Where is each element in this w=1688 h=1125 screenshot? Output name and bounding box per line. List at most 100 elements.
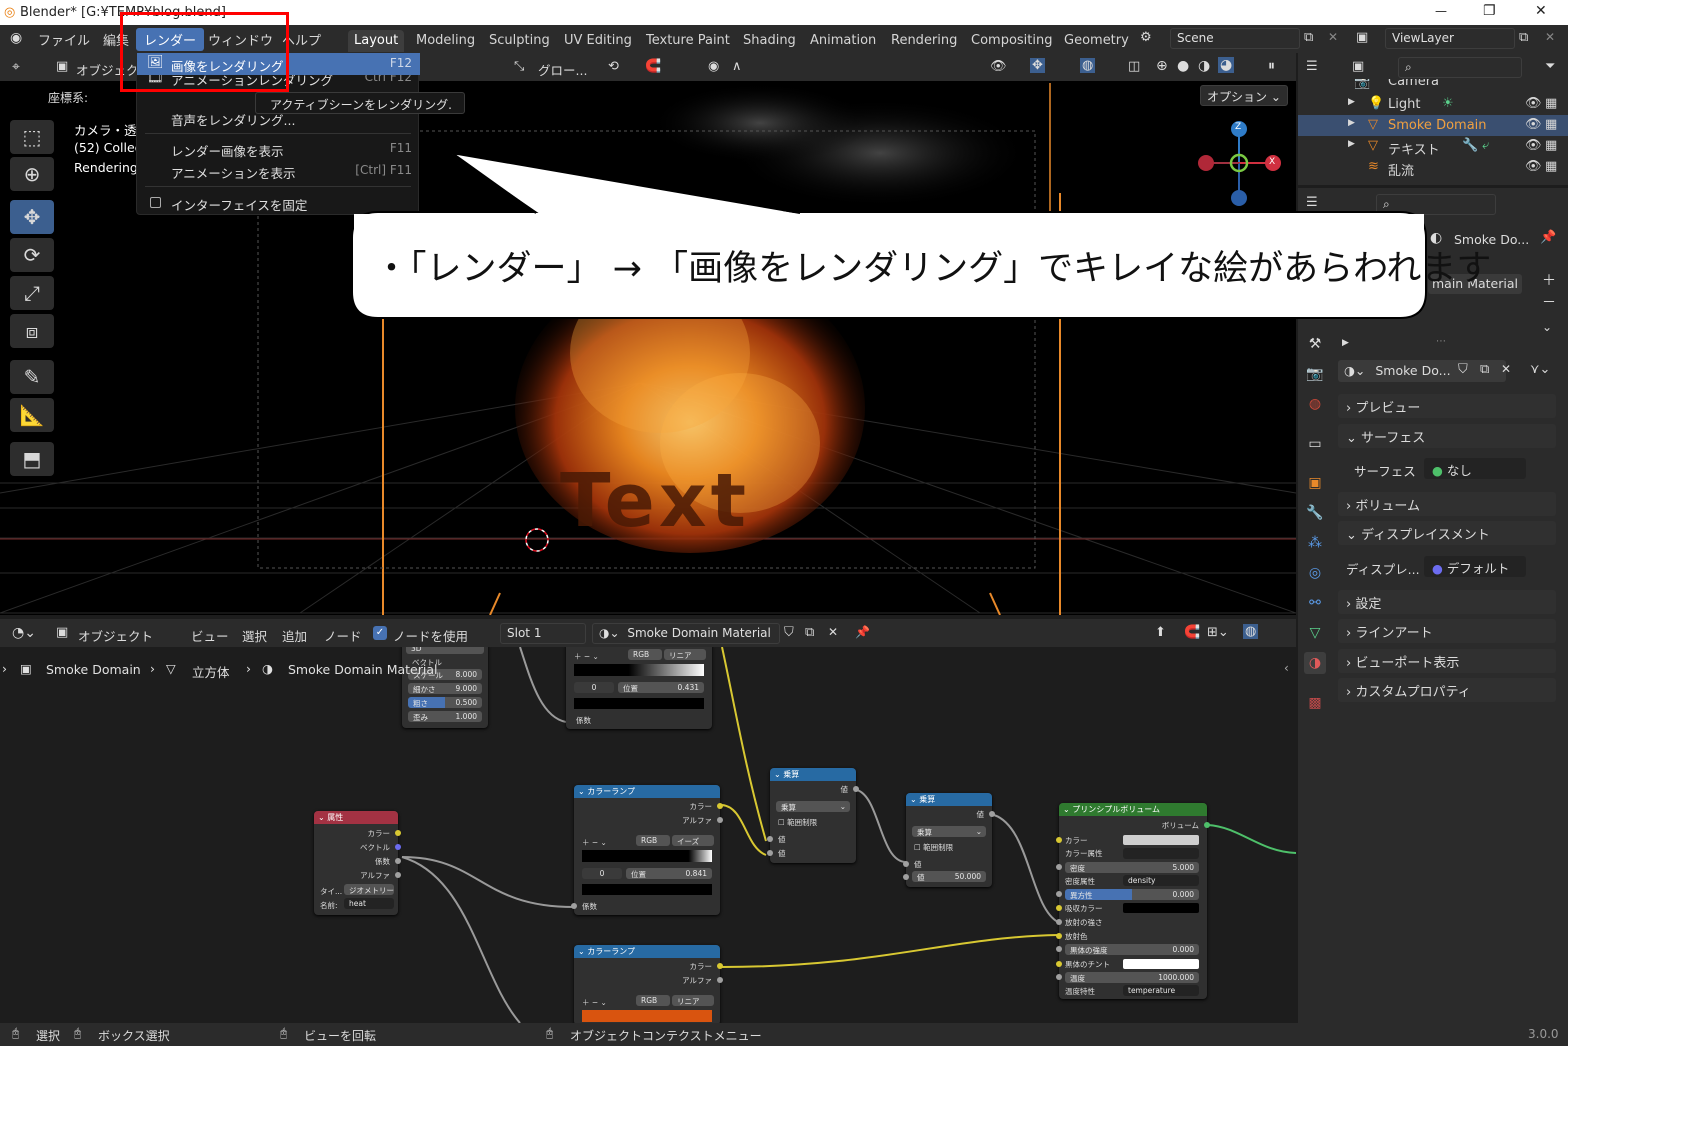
render-camera-icon[interactable]: ▦ xyxy=(1545,117,1557,132)
use-nodes-checkbox[interactable]: ✓ xyxy=(373,626,387,640)
ramp-controls-icon[interactable]: ＋ − ⌄ xyxy=(582,997,607,1008)
visibility-icon[interactable]: 👁 xyxy=(990,59,1007,74)
math-operation-field[interactable]: 乗算 ⌄ xyxy=(912,826,986,837)
pv-absorption-swatch[interactable] xyxy=(1123,903,1199,913)
transform-tool-icon[interactable]: ⧈ xyxy=(10,314,54,348)
socket-dot-icon[interactable] xyxy=(571,903,577,909)
node-menu-node[interactable]: ノード xyxy=(324,626,362,645)
socket-dot-icon[interactable] xyxy=(1056,905,1062,911)
tool-tab-icon[interactable]: ⚒ xyxy=(1304,333,1326,355)
tab-rendering[interactable]: Rendering xyxy=(885,30,963,52)
snap-mode-icon[interactable]: ⊞⌄ xyxy=(1207,625,1229,640)
outliner-search[interactable]: ⌕ xyxy=(1398,57,1522,78)
node-multiply-1[interactable]: ⌄ 乗算 値 乗算 ⌄ ☐ 範囲制限 値 値 xyxy=(767,768,859,863)
remove-slot-icon[interactable]: － xyxy=(1542,292,1556,312)
pin-icon[interactable]: 📌 xyxy=(855,625,870,639)
ramp-position-field[interactable]: 位置 0.841 xyxy=(626,868,712,879)
socket-dot-icon[interactable] xyxy=(767,850,773,856)
new-viewlayer-icon[interactable]: ⧉ xyxy=(1519,30,1528,45)
noise-distortion-field[interactable]: 歪み 1.000 xyxy=(408,711,482,722)
rendered-shading-icon[interactable]: ◕ xyxy=(1218,57,1235,73)
ramp-interp-field[interactable]: リニア xyxy=(664,649,706,660)
lock-interface-checkbox[interactable] xyxy=(150,197,161,208)
tab-texture-paint[interactable]: Texture Paint xyxy=(640,30,736,52)
section-preview[interactable]: › プレビュー xyxy=(1338,394,1556,418)
cursor-tool-icon[interactable]: ⊕ xyxy=(10,157,54,191)
editor-type-icon[interactable]: ◔⌄ xyxy=(12,625,36,641)
blender-menu-icon[interactable]: ◉ xyxy=(10,30,22,46)
render-camera-icon[interactable]: ▦ xyxy=(1545,138,1557,153)
scene-selector[interactable]: Scene xyxy=(1170,28,1300,49)
ramp-interp-field[interactable]: イーズ xyxy=(672,835,714,846)
world-tab-icon[interactable]: ◍ xyxy=(1304,393,1326,415)
socket-dot-icon[interactable] xyxy=(1204,822,1210,828)
node-menu-add[interactable]: 追加 xyxy=(282,626,307,645)
socket-dot-icon[interactable] xyxy=(395,830,401,836)
section-displacement[interactable]: ⌄ ディスプレイスメント xyxy=(1338,521,1556,545)
xray-icon[interactable]: ◫ xyxy=(1128,59,1140,74)
socket-dot-icon[interactable] xyxy=(853,786,859,792)
socket-dot-icon[interactable] xyxy=(1056,974,1062,980)
material-selector-node[interactable]: ◑⌄ Smoke Domain Material xyxy=(592,623,780,644)
material-browse-icon[interactable]: ◑⌄ xyxy=(1344,363,1365,378)
expand-icon[interactable]: ▶ xyxy=(1348,118,1355,128)
socket-dot-icon[interactable] xyxy=(903,874,909,880)
noise-type-field[interactable]: 3D xyxy=(406,647,484,654)
outliner-row-light[interactable]: ▶ 💡 Light ☀ 👁 ▦ xyxy=(1298,94,1568,115)
overlay-toggle-icon[interactable]: ◍ xyxy=(1080,58,1096,73)
tab-shading[interactable]: Shading xyxy=(737,30,802,52)
tab-compositing[interactable]: Compositing xyxy=(965,30,1059,52)
node-header[interactable]: ⌄ 属性 xyxy=(314,811,398,824)
node-color-ramp-top[interactable]: ＋ − ⌄ RGB リニア 0 位置 0.431 係数 xyxy=(566,647,712,729)
add-slot-icon[interactable]: ＋ xyxy=(1542,270,1556,290)
attr-type-field[interactable]: ジオメトリー xyxy=(344,884,394,895)
delete-scene-icon[interactable]: ✕ xyxy=(1328,30,1338,44)
ramp-gradient-bar[interactable] xyxy=(582,850,712,862)
particles-tab-icon[interactable]: ⁂ xyxy=(1304,532,1326,554)
falloff-icon[interactable]: ∧ xyxy=(732,59,742,74)
ramp-index-field[interactable]: 0 xyxy=(582,868,622,879)
node-multiply-2[interactable]: ⌄ 乗算 値 乗算 ⌄ ☐ 範囲制限 値 値 50.000 xyxy=(903,793,995,887)
tab-layout[interactable]: Layout xyxy=(348,30,405,52)
socket-dot-icon[interactable] xyxy=(717,803,723,809)
move-tool-icon[interactable]: ✥ xyxy=(10,200,54,234)
visibility-eye-icon[interactable]: 👁 xyxy=(1525,117,1542,132)
node-menu-view[interactable]: ビュー xyxy=(191,626,229,645)
attr-name-field[interactable]: heat xyxy=(344,898,394,909)
noise-roughness-field[interactable]: 粗さ 0.500 xyxy=(408,697,482,708)
node-link-icon[interactable]: ⋎⌄ xyxy=(1530,362,1550,377)
minimize-button[interactable]: — xyxy=(1435,4,1447,18)
material-shading-icon[interactable]: ◑ xyxy=(1198,58,1210,74)
socket-dot-icon[interactable] xyxy=(1056,933,1062,939)
surface-value-field[interactable]: ● なし xyxy=(1424,458,1526,479)
delete-viewlayer-icon[interactable]: ✕ xyxy=(1545,30,1555,44)
ramp-color-swatch[interactable] xyxy=(574,698,704,709)
slot-selector[interactable]: Slot 1 xyxy=(500,623,586,644)
socket-dot-icon[interactable] xyxy=(717,977,723,983)
ramp-position-field[interactable]: 位置 0.431 xyxy=(618,682,704,693)
constraints-tab-icon[interactable]: ⚯ xyxy=(1304,592,1326,614)
editor-type-icon[interactable]: ⌖ xyxy=(12,59,20,75)
outliner-row-camera[interactable]: 📷 Camera xyxy=(1298,79,1568,93)
math-operation-field[interactable]: 乗算 ⌄ xyxy=(776,801,850,812)
ramp-controls-icon[interactable]: ＋ − ⌄ xyxy=(574,651,599,662)
ramp-controls-icon[interactable]: ＋ − ⌄ xyxy=(582,837,607,848)
pv-color-attr-field[interactable] xyxy=(1123,848,1199,859)
pv-blackbody-field[interactable]: 黒体の強度 0.000 xyxy=(1065,944,1199,955)
tab-uv-editing[interactable]: UV Editing xyxy=(558,30,638,52)
visibility-eye-icon[interactable]: 👁 xyxy=(1525,96,1542,111)
socket-dot-icon[interactable] xyxy=(1056,837,1062,843)
slot-menu-icon[interactable]: ⌄ xyxy=(1542,320,1552,334)
fake-user-icon[interactable]: ⛉ xyxy=(784,625,794,640)
pv-anisotropy-field[interactable]: 異方性 0.000 xyxy=(1065,889,1199,900)
drag-handle-icon[interactable]: ⋯ xyxy=(1436,336,1446,347)
socket-dot-icon[interactable] xyxy=(1056,891,1062,897)
solid-shading-icon[interactable]: ● xyxy=(1177,58,1189,74)
rotate-tool-icon[interactable]: ⟳ xyxy=(10,238,54,272)
duplicate-material-icon[interactable]: ⧉ xyxy=(805,625,814,640)
section-surface[interactable]: ⌄ サーフェス xyxy=(1338,424,1556,448)
socket-dot-icon[interactable] xyxy=(395,872,401,878)
pv-color-swatch[interactable] xyxy=(1123,835,1199,845)
viewlayer-selector[interactable]: ViewLayer xyxy=(1385,28,1515,49)
snap-icon[interactable]: 🧲 xyxy=(645,59,661,74)
